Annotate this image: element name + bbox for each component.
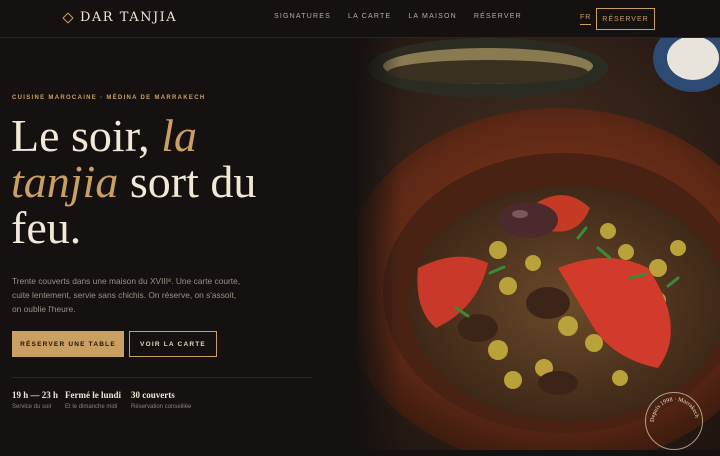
svg-text:Depuis 1998 · Marrakech: Depuis 1998 · Marrakech [650, 397, 700, 422]
stat-value: 30 couverts [131, 390, 175, 400]
stats-divider [12, 377, 312, 378]
stat-label: Service du soir [12, 404, 52, 410]
site-header: DAR TANJIA SIGNATURES LA CARTE LA MAISON… [0, 0, 720, 38]
diamond-icon [62, 11, 74, 24]
nav-la-maison[interactable]: LA MAISON [408, 13, 457, 20]
view-menu-button[interactable]: VOIR LA CARTE [129, 331, 217, 357]
stat-hours: 19 h — 23 h Service du soir [12, 390, 58, 410]
brand-name: DAR TANJIA [80, 10, 178, 25]
nav-reserver[interactable]: RÉSERVER [474, 13, 522, 20]
seal-text: Depuis 1998 · Marrakech [650, 397, 700, 422]
hero-eyebrow: CUISINE MAROCAINE · MÉDINA DE MARRAKECH [12, 95, 206, 101]
logo[interactable]: DAR TANJIA [62, 10, 178, 25]
stat-covers: 30 couverts Réservation conseillée [131, 390, 191, 410]
stat-closed: Fermé le lundi Et le dimanche midi [65, 390, 121, 410]
hero-title: Le soir, la tanjia sort du feu. [11, 113, 311, 251]
tagine-photo [358, 38, 720, 450]
stat-value: 19 h — 23 h [12, 390, 59, 400]
seal-badge: Depuis 1998 · Marrakech [645, 392, 703, 450]
reserve-table-button[interactable]: RÉSERVER UNE TABLE [12, 331, 124, 357]
hero-title-part1: Le soir, [11, 110, 162, 161]
nav-la-carte[interactable]: LA CARTE [348, 13, 391, 20]
stat-label: Et le dimanche midi [65, 404, 118, 410]
nav-signatures[interactable]: SIGNATURES [274, 13, 331, 20]
seal-icon: Depuis 1998 · Marrakech [650, 397, 700, 422]
stat-value: Fermé le lundi [65, 390, 121, 400]
language-switcher[interactable]: FR [580, 14, 592, 25]
stat-label: Réservation conseillée [131, 404, 192, 410]
hero-description: Trente couverts dans une maison du XVIII… [12, 276, 241, 314]
main-nav: SIGNATURES LA CARTE LA MAISON RÉSERVER [274, 13, 522, 20]
header-reserve-button[interactable]: RÉSERVER [596, 8, 655, 30]
tagine-illustration [358, 38, 720, 450]
